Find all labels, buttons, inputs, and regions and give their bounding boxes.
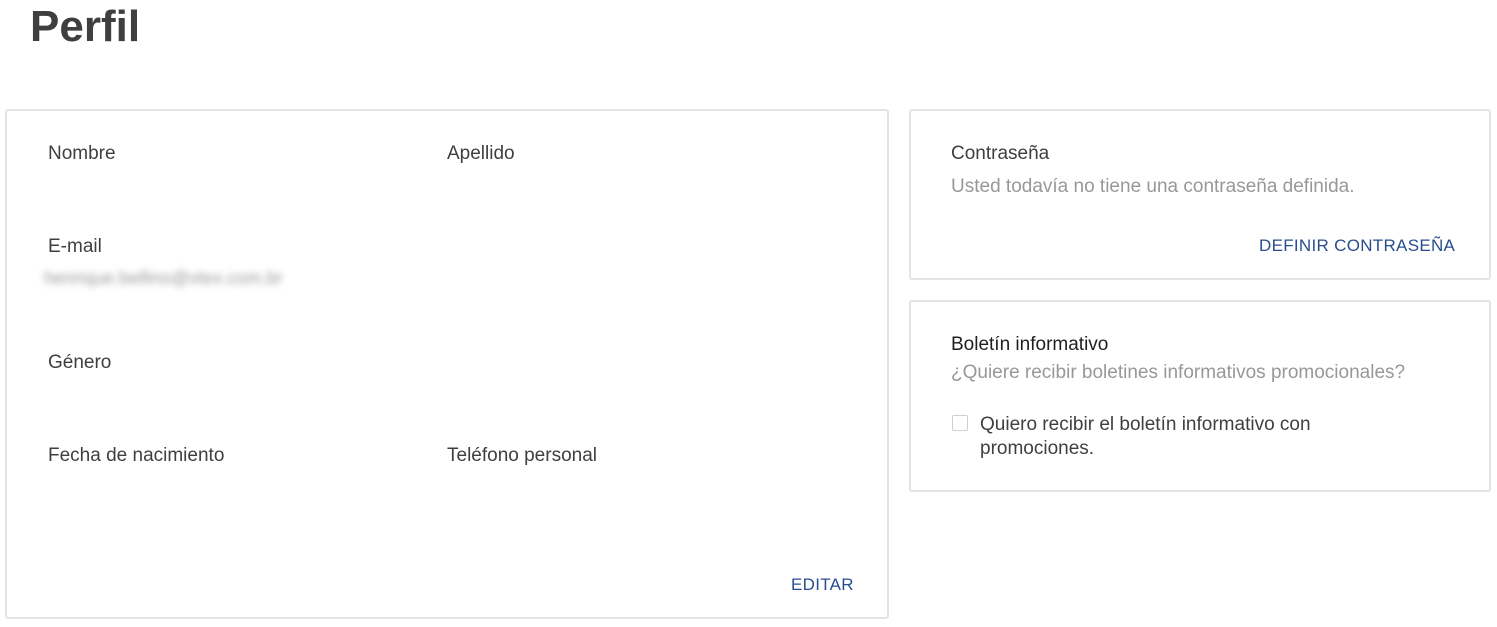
edit-button[interactable]: EDITAR xyxy=(791,575,854,595)
password-description: Usted todavía no tiene una contraseña de… xyxy=(951,176,1355,197)
page-title: Perfil xyxy=(30,2,141,51)
define-password-button[interactable]: DEFINIR CONTRASEÑA xyxy=(1259,236,1455,256)
email-value: henrique.bellino@vtex.com.br xyxy=(44,268,283,288)
newsletter-question: ¿Quiere recibir boletines informativos p… xyxy=(951,362,1406,383)
password-heading: Contraseña xyxy=(951,143,1050,164)
birthdate-label: Fecha de nacimiento xyxy=(48,445,225,466)
newsletter-card: Boletín informativo ¿Quiere recibir bole… xyxy=(909,300,1491,492)
phone-label: Teléfono personal xyxy=(447,445,597,466)
first-name-label: Nombre xyxy=(48,143,116,164)
password-card: Contraseña Usted todavía no tiene una co… xyxy=(909,109,1491,280)
email-label: E-mail xyxy=(48,236,102,257)
last-name-label: Apellido xyxy=(447,143,515,164)
newsletter-checkbox[interactable] xyxy=(952,415,968,431)
newsletter-heading: Boletín informativo xyxy=(951,334,1109,355)
gender-label: Género xyxy=(48,352,112,373)
profile-card: Nombre Apellido E-mail henrique.bellino@… xyxy=(5,109,889,619)
newsletter-checkbox-label[interactable]: Quiero recibir el boletín informativo co… xyxy=(980,413,1380,461)
